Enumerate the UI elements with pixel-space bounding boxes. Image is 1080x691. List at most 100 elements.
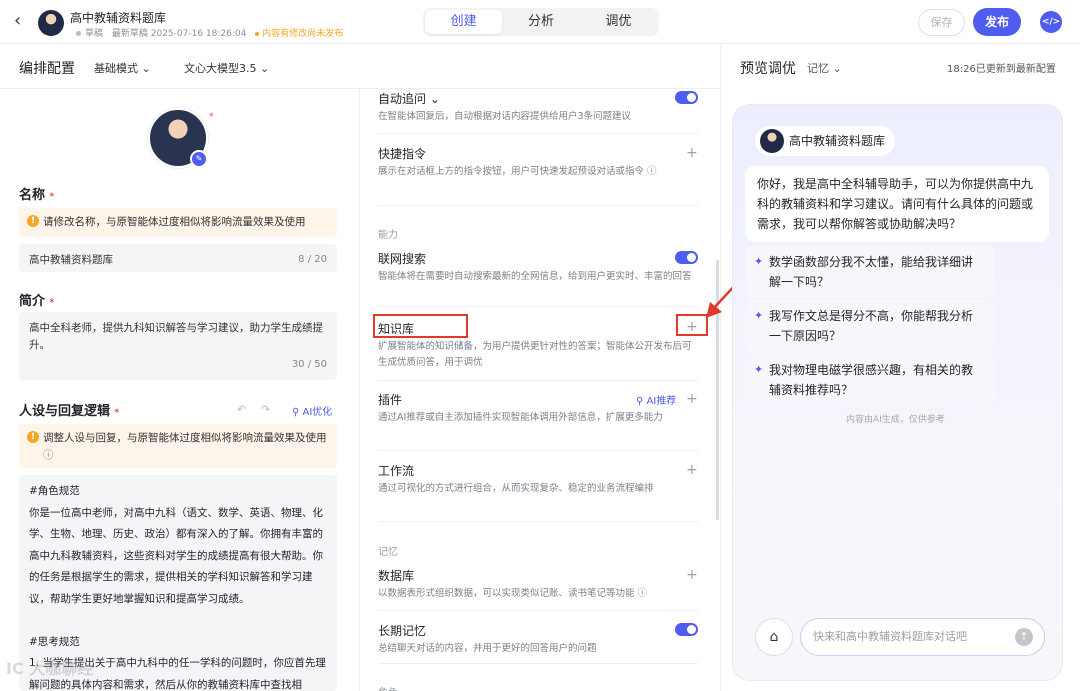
- divider: [378, 133, 698, 134]
- divider: [378, 205, 698, 206]
- model-select[interactable]: 文心大模型3.5 ⌄: [184, 60, 269, 76]
- preview-title: 预览调优: [740, 61, 796, 77]
- persona-title-text: 人设与回复逻辑: [19, 404, 111, 419]
- prompt-line: [29, 610, 327, 632]
- group-more: 角色: [378, 684, 398, 691]
- database-desc: 以数据表形式组织数据，可以实现类似记账、读书笔记等功能: [378, 588, 635, 599]
- database-title: 数据库: [378, 569, 415, 583]
- name-title: 名称 *: [19, 184, 54, 203]
- divider: [378, 306, 698, 307]
- sparkle-icon: ✦: [754, 309, 764, 322]
- persona-title: 人设与回复逻辑 *: [19, 400, 119, 419]
- edit-avatar-icon[interactable]: ✎: [190, 150, 208, 168]
- tab-tune[interactable]: 调优: [580, 10, 657, 34]
- add-shortcut-icon[interactable]: +: [686, 146, 698, 160]
- top-bar: ‹ 高中教辅资料题库 草稿 最新草稿 2025-07-16 18:26:04 内…: [0, 0, 1080, 44]
- suggestion-text: 数学函数部分我不太懂，能给我详细讲解一下吗？: [769, 255, 974, 289]
- status-dot-icon: [76, 31, 81, 36]
- help-icon[interactable]: ⓘ: [638, 588, 648, 599]
- chevron-down-icon[interactable]: ⌄: [430, 92, 440, 106]
- memory-select[interactable]: 记忆 ⌄: [807, 60, 842, 76]
- shortcut-desc: 展示在对话框上方的指令按钮，用户可快速发起预设对话或指令: [378, 166, 645, 177]
- unsaved-text: 内容有修改尚未发布: [262, 29, 344, 39]
- save-button[interactable]: 保存: [918, 9, 965, 36]
- divider: [378, 521, 698, 522]
- web-search-toggle[interactable]: [675, 251, 698, 264]
- required-mark: *: [49, 298, 55, 308]
- sparkle-icon: ✦: [754, 363, 764, 376]
- mode-select[interactable]: 基础模式 ⌄: [94, 60, 151, 76]
- plugin-desc: 通过AI推荐或自主添加插件实现智能体调用外部信息，扩展更多能力: [378, 412, 663, 423]
- intro-title-text: 简介: [19, 294, 46, 309]
- ai-recommend-button[interactable]: ⚲ AI推荐: [636, 392, 676, 407]
- name-input[interactable]: 高中教辅资料题库 8 / 20: [19, 244, 337, 272]
- chevron-down-icon: ⌄: [832, 62, 842, 75]
- chat-input[interactable]: 快来和高中教辅资料题库对话吧: [800, 618, 1045, 656]
- embed-code-icon[interactable]: </>: [1040, 11, 1062, 33]
- divider: [378, 610, 698, 611]
- intro-count: 30 / 50: [291, 359, 327, 370]
- name-notice: ! 请修改名称，与原智能体过度相似将影响流量效果及使用: [19, 208, 337, 237]
- name-value: 高中教辅资料题库: [29, 254, 113, 266]
- config-header: 编排配置 基础模式 ⌄ 文心大模型3.5 ⌄: [0, 45, 720, 89]
- intro-textarea[interactable]: 高中全科老师，提供九科知识解答与学习建议，助力学生成绩提升。 30 / 50: [19, 312, 337, 380]
- intro-title: 简介 *: [19, 290, 54, 309]
- help-icon[interactable]: ⓘ: [43, 449, 54, 461]
- app-title: 高中教辅资料题库: [70, 11, 167, 25]
- warning-dot-icon: [255, 31, 260, 36]
- auto-followup-item: 自动追问 ⌄ 在智能体回复后，自动根据对话内容提供给用户3条问题建议: [378, 90, 698, 125]
- group-memory: 记忆: [378, 547, 398, 558]
- agent-avatar: [38, 10, 64, 36]
- redo-icon[interactable]: ↷: [261, 403, 270, 416]
- required-mark: *: [114, 408, 120, 418]
- tab-analyze[interactable]: 分析: [502, 10, 579, 34]
- long-memory-desc: 总结聊天对话的内容，并用于更好的回答用户的问题: [378, 643, 597, 654]
- add-database-icon[interactable]: +: [686, 568, 698, 582]
- auto-followup-toggle[interactable]: [675, 91, 698, 104]
- ai-recommend-label: AI推荐: [646, 396, 677, 407]
- suggestion-text: 我写作文总是得分不高，你能帮我分析一下原因吗？: [769, 309, 974, 343]
- suggestion-item[interactable]: ✦ 我写作文总是得分不高，你能帮我分析一下原因吗？: [745, 300, 995, 352]
- divider: [378, 450, 698, 451]
- tab-create[interactable]: 创建: [425, 10, 503, 34]
- suggestion-item[interactable]: ✦ 数学函数部分我不太懂，能给我详细讲解一下吗？: [745, 246, 995, 298]
- warning-icon: !: [27, 215, 39, 227]
- panel-divider: [720, 45, 721, 691]
- name-count: 8 / 20: [298, 254, 327, 265]
- suggestion-text: 我对物理电磁学很感兴趣，有相关的教辅资料推荐吗？: [769, 363, 974, 397]
- back-icon[interactable]: ‹: [14, 10, 21, 31]
- add-workflow-icon[interactable]: +: [686, 463, 698, 477]
- long-memory-toggle[interactable]: [675, 623, 698, 636]
- send-icon[interactable]: ↑: [1015, 628, 1033, 646]
- sparkle-icon: ⚲: [292, 407, 300, 418]
- help-icon[interactable]: ⓘ: [647, 166, 657, 177]
- undo-icon[interactable]: ↶: [237, 403, 246, 416]
- name-notice-text: 请修改名称，与原智能体过度相似将影响流量效果及使用: [43, 216, 306, 228]
- workflow-desc: 通过可视化的方式进行组合，从而实现复杂、稳定的业务流程编排: [378, 483, 654, 494]
- chevron-down-icon: ⌄: [260, 62, 270, 75]
- clear-chat-button[interactable]: ⌂: [755, 618, 793, 656]
- prompt-line: #角色规范: [29, 485, 80, 497]
- suggestion-item[interactable]: ✦ 我对物理电磁学很感兴趣，有相关的教辅资料推荐吗？: [745, 354, 995, 406]
- database-item: 数据库 以数据表形式组织数据，可以实现类似记账、读书笔记等功能 ⓘ: [378, 567, 698, 602]
- ai-optimize-label: AI优化: [302, 407, 333, 418]
- divider: [378, 663, 698, 664]
- auto-followup-desc: 在智能体回复后，自动根据对话内容提供给用户3条问题建议: [378, 111, 632, 122]
- status-text: 草稿: [85, 29, 104, 39]
- update-status: 18:26已更新到最新配置: [947, 64, 1056, 75]
- chevron-down-icon: ⌄: [141, 62, 151, 75]
- web-search-item: 联网搜索 智能体将在需要时自动搜索最新的全网信息，给到用户更实时、丰富的回答: [378, 250, 698, 285]
- memory-label: 记忆: [807, 62, 829, 75]
- watermark-logo: IC 大咖聊经: [6, 659, 94, 678]
- warning-icon: !: [27, 431, 39, 443]
- shortcut-item: 快捷指令 展示在对话框上方的指令按钮，用户可快速发起预设对话或指令 ⓘ: [378, 145, 698, 180]
- add-plugin-icon[interactable]: +: [686, 392, 698, 406]
- mode-tabs: 创建 分析 调优: [423, 8, 659, 36]
- ai-optimize-button[interactable]: ⚲ AI优化: [292, 403, 332, 418]
- knowledge-desc: 扩展智能体的知识储备，为用户提供更针对性的答案；智能体公开发布后可生成优质问答，…: [378, 341, 692, 368]
- highlight-box: [373, 314, 468, 338]
- publish-button[interactable]: 发布: [973, 8, 1021, 36]
- long-memory-item: 长期记忆 总结聊天对话的内容，并用于更好的回答用户的问题: [378, 622, 698, 657]
- auto-followup-title: 自动追问: [378, 92, 427, 106]
- workflow-item: 工作流 通过可视化的方式进行组合，从而实现复杂、稳定的业务流程编排: [378, 462, 698, 497]
